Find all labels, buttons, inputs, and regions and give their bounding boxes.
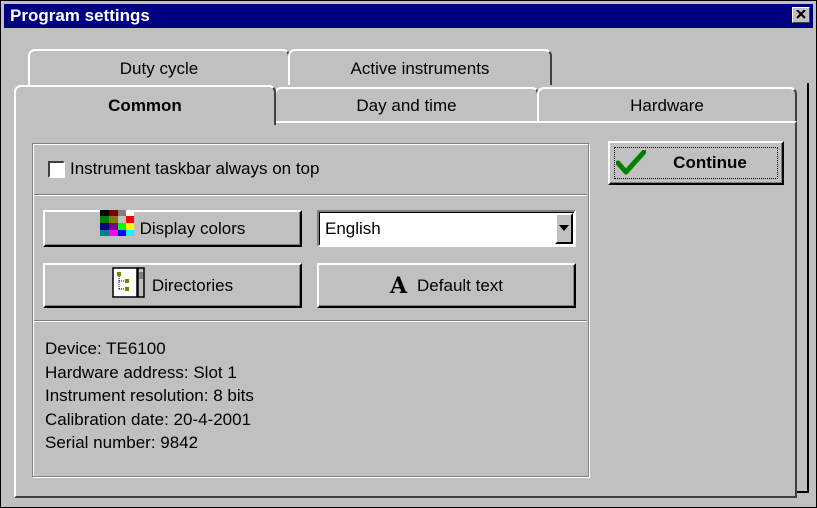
language-dropdown-button[interactable] [555,213,573,244]
tab-common[interactable]: Common [14,85,276,125]
chevron-down-icon [559,225,569,231]
common-tab-panel: Instrument taskbar always on top Display… [14,121,797,498]
calibration-date-text: Calibration date: 20-4-2001 [45,409,252,429]
title-bar[interactable]: Program settings [4,4,813,28]
tab-active-instruments[interactable]: Active instruments [288,49,552,85]
continue-button[interactable]: Continue [608,141,784,185]
directory-tree-icon [112,267,146,304]
default-text-button[interactable]: A Default text [317,263,576,308]
serial-number-text: Serial number: 9842 [45,433,199,452]
window-title: Program settings [10,6,150,25]
settings-group: Instrument taskbar always on top Display… [32,143,589,477]
tab-label: Common [108,96,182,115]
display-colors-button[interactable]: Display colors [43,210,302,247]
font-icon: A [389,272,408,299]
hardware-address-text: Hardware address: Slot 1 [45,362,237,382]
tab-duty-cycle[interactable]: Duty cycle [28,49,290,85]
tab-label: Hardware [630,96,704,115]
taskbar-on-top-checkbox[interactable] [48,161,65,178]
separator [34,320,587,322]
default-text-label: Default text [417,275,504,295]
display-colors-label: Display colors [139,218,246,238]
device-info: Device: TE6100 Hardware address: Slot 1 … [45,337,254,455]
tab-label: Day and time [356,96,457,115]
close-icon [796,10,806,19]
directories-label: Directories [151,275,234,295]
tab-hardware[interactable]: Hardware [537,87,797,123]
tab-label: Duty cycle [119,59,199,78]
directories-button[interactable]: Directories [43,263,302,308]
device-text: Device: TE6100 [45,339,166,358]
continue-label: Continue [673,153,747,172]
checkmark-icon [616,150,646,175]
color-palette-icon [99,210,134,247]
tab-day-and-time[interactable]: Day and time [274,87,539,123]
resolution-text: Instrument resolution: 8 bits [45,386,254,405]
separator [34,194,587,196]
language-value: English [325,219,381,238]
tab-label: Active instruments [350,59,490,78]
taskbar-on-top-label[interactable]: Instrument taskbar always on top [70,159,319,179]
language-select[interactable]: English [317,210,576,247]
close-button[interactable] [792,7,810,23]
